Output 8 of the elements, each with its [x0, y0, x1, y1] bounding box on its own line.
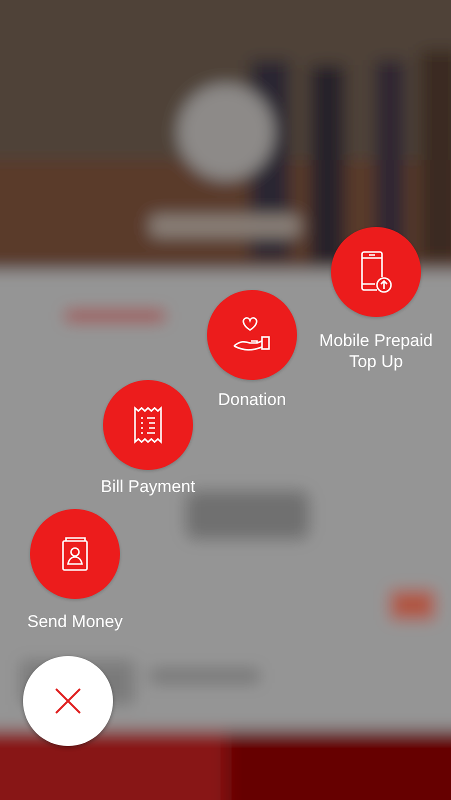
- action-label: Bill Payment: [100, 476, 196, 497]
- receipt-icon: [132, 406, 164, 444]
- action-label: Send Money: [26, 611, 124, 632]
- action-label: Mobile Prepaid Top Up: [318, 330, 434, 372]
- contact-book-icon: [61, 536, 89, 572]
- phone-upload-icon: [359, 251, 393, 293]
- action-label: Donation: [216, 389, 288, 410]
- close-icon: [55, 688, 81, 714]
